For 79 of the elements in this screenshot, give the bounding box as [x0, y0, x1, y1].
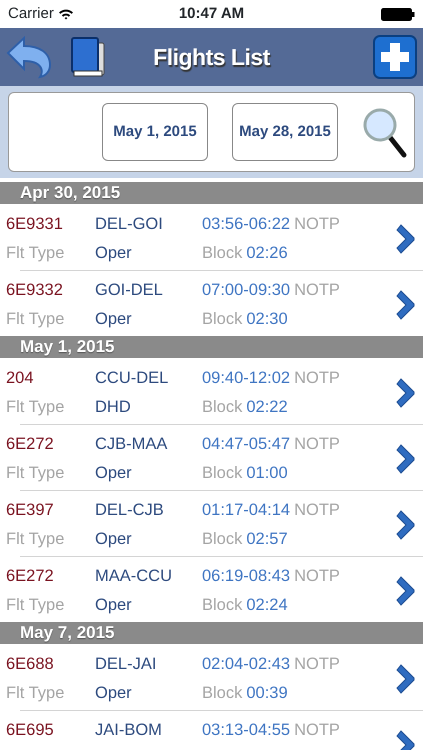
route: GOI-DEL: [95, 281, 163, 299]
route: CJB-MAA: [95, 435, 168, 453]
flight-type-label: Flt Type: [6, 684, 64, 702]
status-text: NOTP: [294, 720, 340, 741]
status-text: NOTP: [294, 368, 340, 389]
block-label: Block: [202, 595, 242, 616]
chevron-icon[interactable]: [395, 290, 415, 320]
flight-number: 6E688: [6, 655, 54, 673]
route: DEL-JAI: [95, 655, 156, 673]
block-time: 02:24: [246, 595, 288, 616]
block-time: 02:22: [246, 397, 288, 418]
flight-number: 6E9331: [6, 215, 63, 233]
to-date-button[interactable]: May 28, 2015: [232, 103, 338, 161]
flight-number: 6E695: [6, 721, 54, 739]
flight-type-label: Flt Type: [6, 596, 64, 614]
block-time: 00:39: [246, 683, 288, 704]
flight-type: Oper: [95, 530, 132, 548]
block-time: 01:00: [246, 463, 288, 484]
flight-number: 6E397: [6, 501, 54, 519]
route: MAA-CCU: [95, 567, 172, 585]
flight-type-label: Flt Type: [6, 244, 64, 262]
section-date-header: Apr 30, 2015: [0, 182, 423, 204]
battery-icon: [381, 8, 415, 20]
flight-type-label: Flt Type: [6, 464, 64, 482]
time-range: 03:13-04:55: [202, 720, 290, 741]
block-time: 02:57: [246, 529, 288, 550]
add-button[interactable]: [373, 35, 417, 79]
flight-number: 6E272: [6, 435, 54, 453]
status-text: NOTP: [294, 566, 340, 587]
block-time: 02:26: [246, 243, 288, 264]
route: JAI-BOM: [95, 721, 162, 739]
status-text: NOTP: [294, 500, 340, 521]
flight-type: Oper: [95, 310, 132, 328]
section-date-header: May 1, 2015: [0, 336, 423, 358]
time-range: 03:56-06:22: [202, 214, 290, 235]
flight-type: Oper: [95, 244, 132, 262]
time-range: 07:00-09:30: [202, 280, 290, 301]
block-label: Block: [202, 463, 242, 484]
screen-title: Flights List: [153, 42, 270, 72]
flight-type-label: Flt Type: [6, 310, 64, 328]
chevron-icon[interactable]: [395, 510, 415, 540]
carrier-name: Carrier: [8, 4, 54, 24]
block-label: Block: [202, 397, 242, 418]
time-range: 09:40-12:02: [202, 368, 290, 389]
wifi-icon: [58, 8, 74, 20]
flight-type-label: Flt Type: [6, 398, 64, 416]
section-date-header: May 7, 2015: [0, 622, 423, 644]
status-text: NOTP: [294, 280, 340, 301]
from-date-button[interactable]: May 1, 2015: [102, 103, 208, 161]
time-range: 02:04-02:43: [202, 654, 290, 675]
block-time: 02:30: [246, 309, 288, 330]
chevron-icon[interactable]: [395, 576, 415, 606]
flight-number: 6E272: [6, 567, 54, 585]
time-range: 04:47-05:47: [202, 434, 290, 455]
time-range: 06:19-08:43: [202, 566, 290, 587]
chevron-icon[interactable]: [395, 224, 415, 254]
block-label: Block: [202, 309, 242, 330]
flight-type: Oper: [95, 684, 132, 702]
flight-type: DHD: [95, 398, 131, 416]
chevron-icon[interactable]: [395, 444, 415, 474]
block-label: Block: [202, 683, 242, 704]
flight-type: Oper: [95, 464, 132, 482]
flight-number: 6E9332: [6, 281, 63, 299]
flight-number: 204: [6, 369, 34, 387]
flight-type-label: Flt Type: [6, 530, 64, 548]
status-text: NOTP: [294, 434, 340, 455]
block-label: Block: [202, 529, 242, 550]
block-label: Block: [202, 243, 242, 264]
time-range: 01:17-04:14: [202, 500, 290, 521]
status-text: NOTP: [294, 654, 340, 675]
chevron-icon[interactable]: [395, 664, 415, 694]
status-text: NOTP: [294, 214, 340, 235]
route: DEL-CJB: [95, 501, 164, 519]
chevron-icon[interactable]: [395, 378, 415, 408]
clock-time: 10:47 AM: [178, 4, 244, 24]
back-arrow-icon[interactable]: [6, 35, 52, 79]
flight-type: Oper: [95, 596, 132, 614]
route: CCU-DEL: [95, 369, 168, 387]
route: DEL-GOI: [95, 215, 163, 233]
